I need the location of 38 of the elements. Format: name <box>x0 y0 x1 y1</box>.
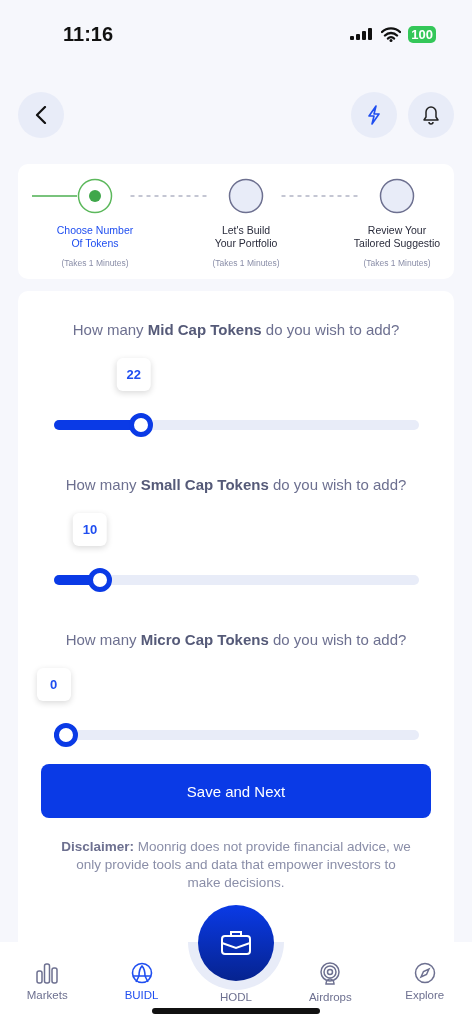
question-text: How many Mid Cap Tokens do you wish to add? <box>72 321 400 339</box>
lightning-button[interactable] <box>351 91 397 138</box>
slider-thumb[interactable] <box>53 723 78 748</box>
step-duration: (Takes 1 Minutes) <box>212 257 280 268</box>
question-text: How many Micro Cap Tokens do you wish to add? <box>65 631 407 649</box>
slider-thumb[interactable] <box>87 568 112 593</box>
value-tooltip: 22 <box>116 358 152 392</box>
nav-tab[interactable]: Markets <box>12 962 83 1002</box>
question-text: How many Small Cap Tokens do you wish to add? <box>65 476 407 494</box>
compass-icon <box>413 962 436 985</box>
step-label: Let's Build Your Portfolio <box>213 223 279 250</box>
globe-icon <box>130 962 153 985</box>
battery-level: 100 <box>408 26 436 44</box>
signal-icon <box>350 26 375 43</box>
nav-tab[interactable]: Airdrops <box>295 962 366 1004</box>
broadcast-icon <box>319 962 342 987</box>
slider-thumb[interactable] <box>128 413 153 438</box>
bell-icon <box>422 104 440 125</box>
step-label: Choose Number Of Tokens <box>55 223 135 250</box>
value-tooltip: 0 <box>36 668 71 702</box>
step-label: Review Your Tailored Suggestio <box>352 223 442 250</box>
disclaimer-text: Disclaimer: Moonrig does not provide financial advice, we only provide tools and data that empower investors to make decisions. <box>60 838 412 893</box>
back-button[interactable] <box>18 91 64 138</box>
nav-tab[interactable]: Explore <box>389 962 460 1002</box>
lightning-icon <box>367 104 381 125</box>
notification-button[interactable] <box>408 91 454 138</box>
nav-tab[interactable]: BUIDL <box>106 962 177 1002</box>
wifi-icon <box>381 27 402 43</box>
step-duration: (Takes 1 Minutes) <box>363 257 431 268</box>
status-time: 11:16 <box>63 23 114 47</box>
chevron-left-icon <box>35 105 47 124</box>
briefcase-icon <box>220 930 252 956</box>
progress-line <box>32 193 77 198</box>
hodl-tab[interactable]: HODL <box>200 991 271 1004</box>
save-next-button[interactable]: Save and Next <box>41 764 431 819</box>
value-tooltip: 10 <box>72 513 108 547</box>
bar-chart-icon <box>36 962 59 985</box>
step-duration: (Takes 1 Minutes) <box>61 257 129 268</box>
